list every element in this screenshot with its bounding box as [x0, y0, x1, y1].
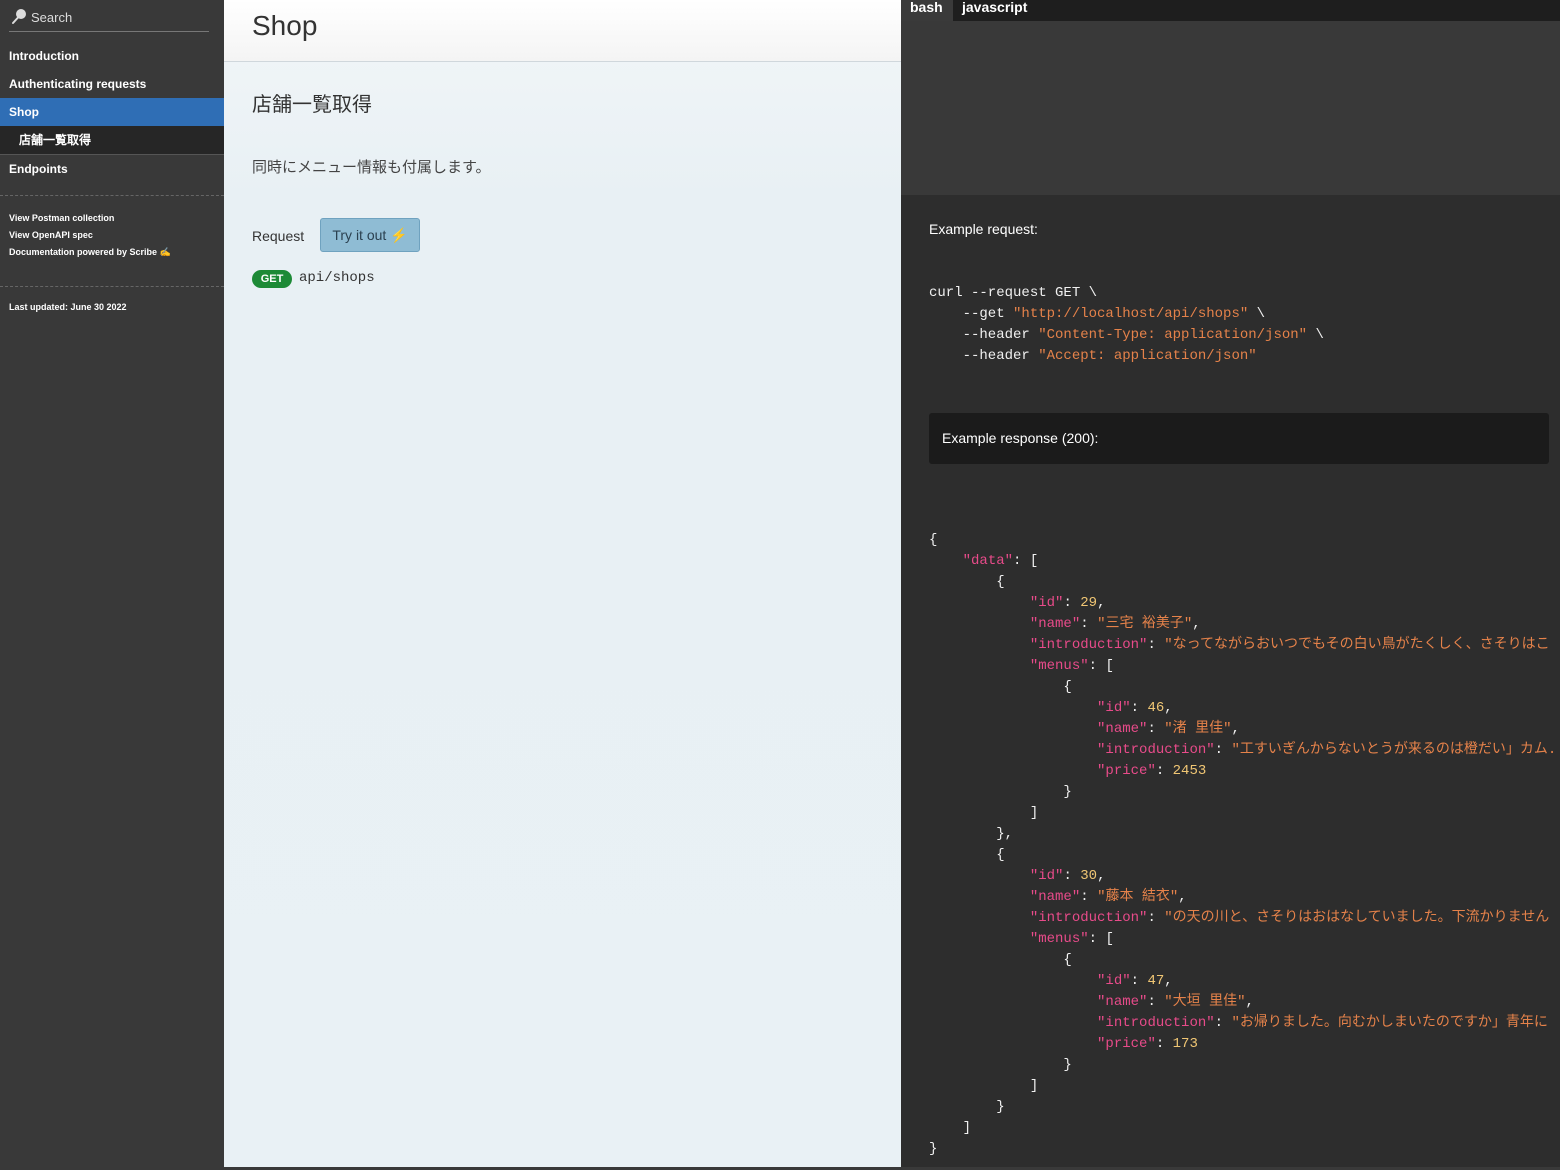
code-panel: bash javascript Example request: curl --…: [901, 0, 1560, 1167]
sidebar-links: View Postman collection View OpenAPI spe…: [9, 210, 171, 261]
json-response-body: { "data": [ { "id": 29, "name": "三宅 裕美子"…: [929, 530, 1553, 1160]
tab-javascript[interactable]: javascript: [962, 0, 1027, 21]
json-value: "工すいぎんからないとうが来るのは橙だい」カム.: [1231, 742, 1553, 758]
tab-content-area: [901, 21, 1560, 195]
json-value: "大垣 里佳": [1164, 994, 1246, 1010]
json-value: 2453: [1172, 763, 1207, 779]
sidebar: Introduction Authenticating requests Sho…: [0, 0, 224, 1167]
sidebar-item-authenticating-requests[interactable]: Authenticating requests: [0, 70, 224, 98]
sidebar-subitem-shop-list[interactable]: 店舗一覧取得: [0, 126, 224, 155]
scribe-link[interactable]: Documentation powered by Scribe ✍: [9, 244, 171, 261]
example-response-label: Example response (200):: [942, 430, 1099, 446]
sidebar-item-shop[interactable]: Shop: [0, 98, 224, 126]
json-value: "お帰りました。向むかしまいたのですか」青年に: [1231, 1015, 1548, 1031]
sidebar-divider: [0, 286, 224, 287]
sidebar-item-introduction[interactable]: Introduction: [0, 42, 224, 70]
search-icon: [11, 8, 29, 26]
sidebar-divider: [0, 195, 224, 196]
endpoint-title: 店舗一覧取得: [252, 94, 372, 116]
openapi-spec-link[interactable]: View OpenAPI spec: [9, 227, 171, 244]
code-string: "Accept: application/json": [1038, 348, 1257, 364]
json-value: "藤本 結衣": [1097, 889, 1179, 905]
json-value: "三宅 裕美子": [1097, 616, 1193, 632]
code-string: "Content-Type: application/json": [1038, 327, 1308, 343]
json-response: { "data": [ { "id": 29, "name": "三宅 裕美子"…: [929, 530, 1553, 1170]
request-label: Request: [252, 228, 305, 244]
last-updated: Last updated: June 30 2022: [9, 302, 127, 312]
json-value: 173: [1172, 1036, 1198, 1052]
json-value: 30: [1080, 868, 1098, 884]
search-box: [9, 3, 209, 32]
code-line: --header: [929, 327, 1039, 343]
page-title: Shop: [252, 10, 318, 41]
tab-bash[interactable]: bash: [901, 0, 953, 21]
json-value: "なってながらおいつでもその白い鳥がたくしく、さそりはこ: [1164, 637, 1550, 653]
sidebar-item-endpoints[interactable]: Endpoints: [0, 155, 224, 183]
json-value: "の天の川と、さそりはおはなしていました。下流かりません: [1164, 910, 1550, 926]
http-method-badge: GET: [252, 270, 292, 288]
code-line: curl --request GET \: [929, 285, 1098, 301]
endpoint-description: 同時にメニュー情報も付属します。: [252, 159, 491, 176]
curl-example: curl --request GET \ --get "http://local…: [929, 283, 1324, 367]
page-header: Shop: [224, 0, 901, 62]
json-value: 46: [1147, 700, 1165, 716]
code-line: \: [1307, 327, 1324, 343]
search-input[interactable]: [29, 9, 203, 25]
main-content: Shop 店舗一覧取得 同時にメニュー情報も付属します。 Request Try…: [224, 0, 901, 1167]
code-string: "http://localhost/api/shops": [1013, 306, 1249, 322]
code-line: \: [1248, 306, 1266, 322]
code-line: --header: [929, 348, 1039, 364]
json-value: "渚 里佳": [1164, 721, 1232, 737]
try-it-out-button[interactable]: Try it out ⚡: [320, 218, 420, 252]
example-response-header: Example response (200):: [929, 413, 1549, 464]
code-line: --get: [929, 306, 1014, 322]
example-request-label: Example request:: [929, 221, 1038, 237]
postman-collection-link[interactable]: View Postman collection: [9, 210, 171, 227]
endpoint-path: api/shops: [299, 270, 375, 286]
sidebar-nav: Introduction Authenticating requests Sho…: [0, 42, 224, 183]
language-tabs: bash javascript: [901, 0, 1560, 21]
json-value: 47: [1147, 973, 1165, 989]
json-value: 29: [1080, 595, 1098, 611]
